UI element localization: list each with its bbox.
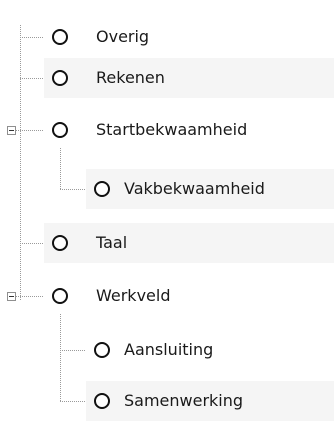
tree-node-startbekwaamheid[interactable]: Startbekwaamheid xyxy=(44,110,334,150)
tree-node-rekenen[interactable]: Rekenen xyxy=(44,58,334,98)
tree-node-samenwerking[interactable]: Samenwerking xyxy=(86,381,334,421)
tree-node-label: Vakbekwaamheid xyxy=(124,179,265,198)
radio-button[interactable] xyxy=(94,393,110,409)
tree-node-taal[interactable]: Taal xyxy=(44,223,334,263)
tree-node-werkveld[interactable]: Werkveld xyxy=(44,276,334,316)
tree-node-label: Samenwerking xyxy=(124,391,244,410)
radio-button[interactable] xyxy=(52,288,68,304)
tree-node-label: Werkveld xyxy=(96,286,171,305)
tree-node-vakbekwaamheid[interactable]: Vakbekwaamheid xyxy=(86,169,334,209)
tree-node-label: Overig xyxy=(96,27,150,46)
minus-icon xyxy=(9,296,14,297)
collapse-toggle-werkveld[interactable] xyxy=(7,292,16,301)
radio-button[interactable] xyxy=(94,342,110,358)
radio-button[interactable] xyxy=(52,70,68,86)
radio-button[interactable] xyxy=(52,122,68,138)
radio-button[interactable] xyxy=(52,235,68,251)
category-tree: Overig Rekenen Startbekwaamheid Vakbekwa… xyxy=(0,0,334,421)
tree-node-label: Startbekwaamheid xyxy=(96,120,248,139)
tree-node-label: Taal xyxy=(96,233,128,252)
tree-node-label: Rekenen xyxy=(96,68,165,87)
tree-node-label: Aansluiting xyxy=(124,340,214,359)
tree-node-overig[interactable]: Overig xyxy=(44,17,334,57)
radio-button[interactable] xyxy=(52,29,68,45)
radio-button[interactable] xyxy=(94,181,110,197)
tree-node-aansluiting[interactable]: Aansluiting xyxy=(86,330,334,370)
minus-icon xyxy=(9,130,14,131)
collapse-toggle-startbekwaamheid[interactable] xyxy=(7,126,16,135)
